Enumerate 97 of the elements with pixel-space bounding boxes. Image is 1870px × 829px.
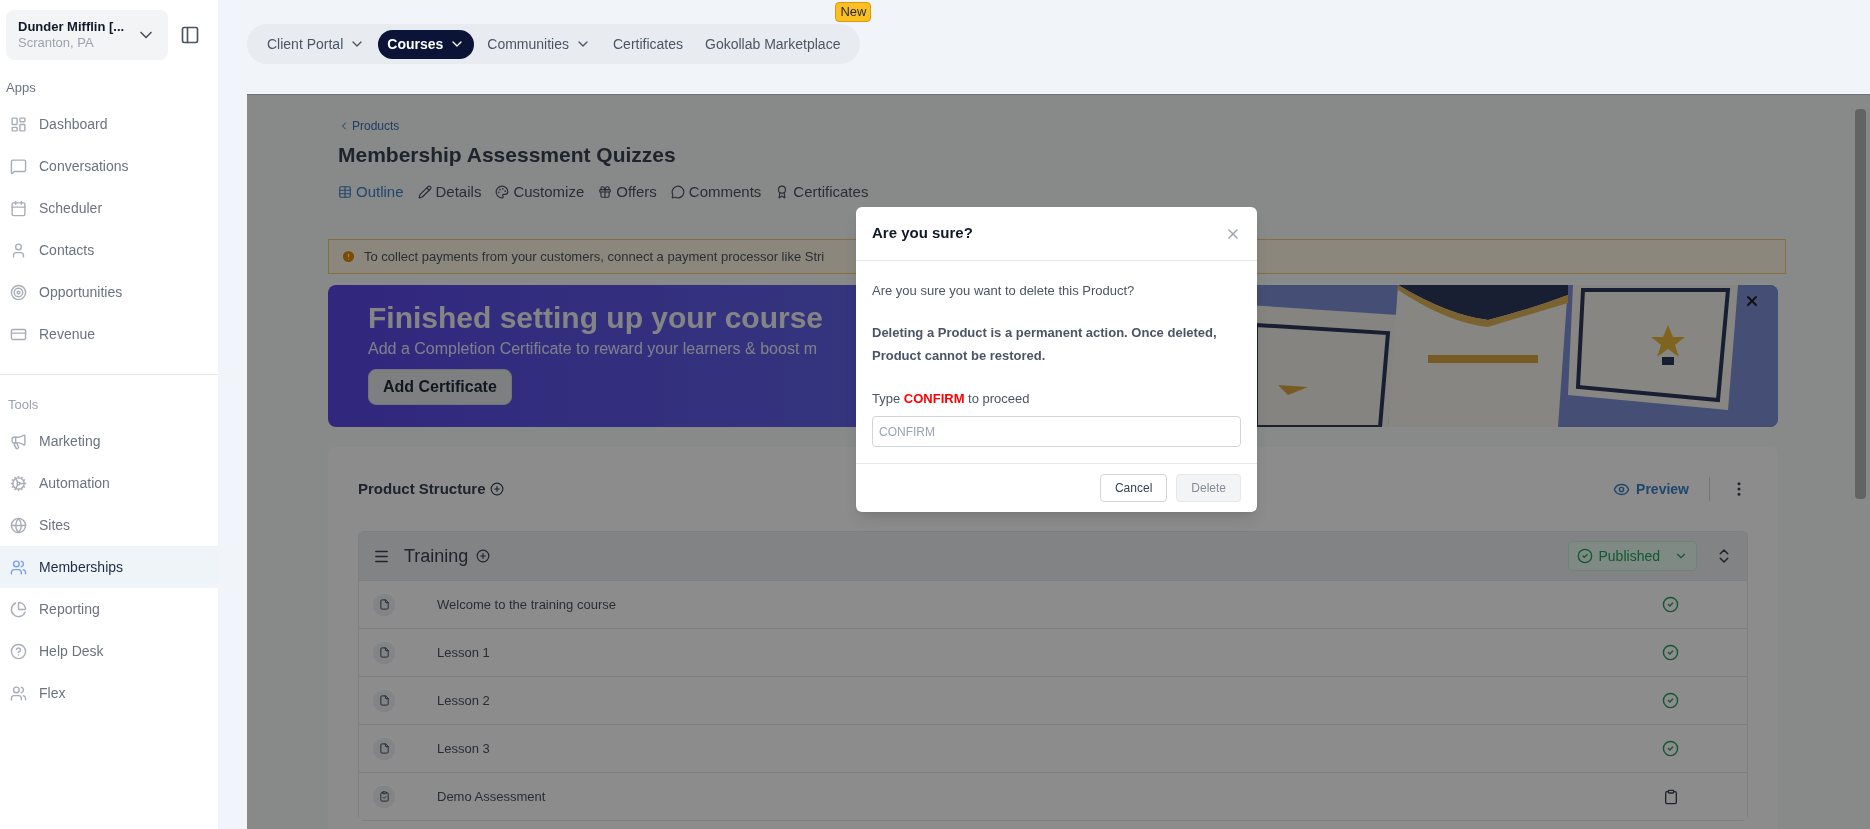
gear-icon [10,474,27,492]
lesson-title: Lesson 3 [437,739,491,758]
check-circle-icon [1662,692,1679,709]
section-title: Tools [7,395,40,414]
sidebar-label: Marketing [39,431,101,451]
nav-tab[interactable]: Client Portal [258,29,375,59]
page-tab[interactable]: Comments [670,180,762,203]
sidebar-label: Scheduler [39,199,103,218]
nav-tab[interactable]: Gokollab Marketplace [696,29,850,59]
confirm-input[interactable]: CONFIRM [872,416,1241,447]
sidebar-label: Memberships [39,557,124,577]
add-certificate-button[interactable]: Add Certificate [368,369,512,405]
account-switcher[interactable]: Dunder Mifflin [... Scranton, PA [6,10,168,60]
sidebar-item[interactable]: Memberships [0,546,218,588]
sidebar-toggle-icon[interactable] [180,25,200,45]
nav-tab[interactable]: Communities [478,29,600,59]
table-icon [338,184,352,199]
lesson-title: Lesson 2 [437,691,491,710]
globe-icon [10,516,27,534]
check-circle-icon [1662,740,1679,757]
calendar-icon [10,200,27,217]
sidebar-item[interactable]: Opportunities [0,271,218,314]
close-icon[interactable] [1744,293,1760,309]
palette-icon [495,184,510,199]
pie-chart-icon [10,600,27,618]
sidebar-item[interactable]: Flex [0,672,218,714]
lesson-title: Welcome to the training course [437,595,617,614]
check-circle-icon [1576,548,1593,564]
people-icon [10,558,27,576]
confirm-prompt: Type CONFIRM to proceed [872,389,1031,408]
sidebar-label: Reporting [39,599,100,619]
sidebar-label: Contacts [39,241,95,260]
sidebar-label: Sites [39,515,71,535]
sidebar-item[interactable]: Help Desk [0,630,218,672]
add-icon[interactable] [476,549,491,563]
preview-link[interactable]: Preview [1613,478,1689,500]
sidebar-label: Conversations [39,157,129,176]
megaphone-icon [10,432,27,450]
lesson-title: Demo Assessment [437,787,547,806]
page-tab[interactable]: Details [417,180,482,203]
dialog-warning: Deleting a Product is a permanent action. Once deleted, Product cannot be restored. [872,323,1218,365]
sidebar-item[interactable]: Contacts [0,229,218,272]
sidebar-label: Revenue [39,325,96,344]
section-title: Training [404,544,469,568]
sidebar-item[interactable]: Revenue [0,313,218,356]
section-title: Apps [5,79,37,97]
structure-title: Product Structure [358,478,486,499]
banner-title: Finished setting up your course [368,300,824,336]
file-icon [373,593,395,616]
nav-tab[interactable]: Courses [378,29,475,59]
file-icon [373,737,395,760]
help-icon [10,642,27,660]
dialog-message: Are you sure you want to delete this Product? [872,282,1136,300]
sidebar-label: Help Desk [39,641,104,661]
page-tab[interactable]: Offers [598,180,657,203]
pencil-icon [417,184,432,199]
sidebar-item[interactable]: Conversations [0,145,218,188]
chat-icon [10,158,27,175]
target-icon [10,284,27,301]
person-icon [10,242,27,259]
sidebar-item[interactable]: Reporting [0,588,218,630]
people-icon [10,684,27,702]
sidebar-label: Dashboard [39,115,108,134]
chat-icon [670,184,685,199]
sidebar-label: Opportunities [39,283,123,302]
file-icon [373,641,395,664]
page-tab[interactable]: Outline [338,180,404,203]
sidebar-item[interactable]: Marketing [0,420,218,462]
scrollbar[interactable] [1855,109,1866,499]
cancel-button[interactable]: Cancel [1099,474,1168,502]
nav-tab[interactable]: Certificates [604,29,693,59]
sidebar-item[interactable]: Sites [0,504,218,546]
lesson-row[interactable]: Demo Assessment [359,772,1747,820]
clipboard-icon [1663,788,1679,805]
check-circle-icon [1662,596,1679,613]
sidebar-label: Automation [39,473,110,493]
add-icon[interactable] [489,482,504,496]
clipboard-icon [373,785,395,808]
banner-subtitle: Add a Completion Certificate to reward your learners & boost m [368,339,818,359]
sidebar-label: Flex [39,683,66,703]
page-title: Membership Assessment Quizzes [338,142,677,168]
sidebar-item[interactable]: Dashboard [0,103,218,146]
sidebar-item[interactable]: Scheduler [0,187,218,230]
new-badge: New [835,1,872,22]
sidebar-item[interactable]: Automation [0,462,218,504]
alert-icon [341,249,356,264]
card-icon [10,326,27,343]
dialog-title: Are you sure? [872,223,973,244]
back-link[interactable]: Products [338,117,1778,135]
lesson-title: Lesson 1 [437,643,491,662]
dashboard-icon [10,116,27,133]
page-tab[interactable]: Customize [495,180,585,203]
gift-icon [598,184,613,199]
alert-text: To collect payments from your customers, connect a payment processor like Stri [364,247,825,266]
file-icon [373,689,395,712]
page-tab[interactable]: Certificates [775,180,869,203]
check-circle-icon [1662,644,1679,661]
